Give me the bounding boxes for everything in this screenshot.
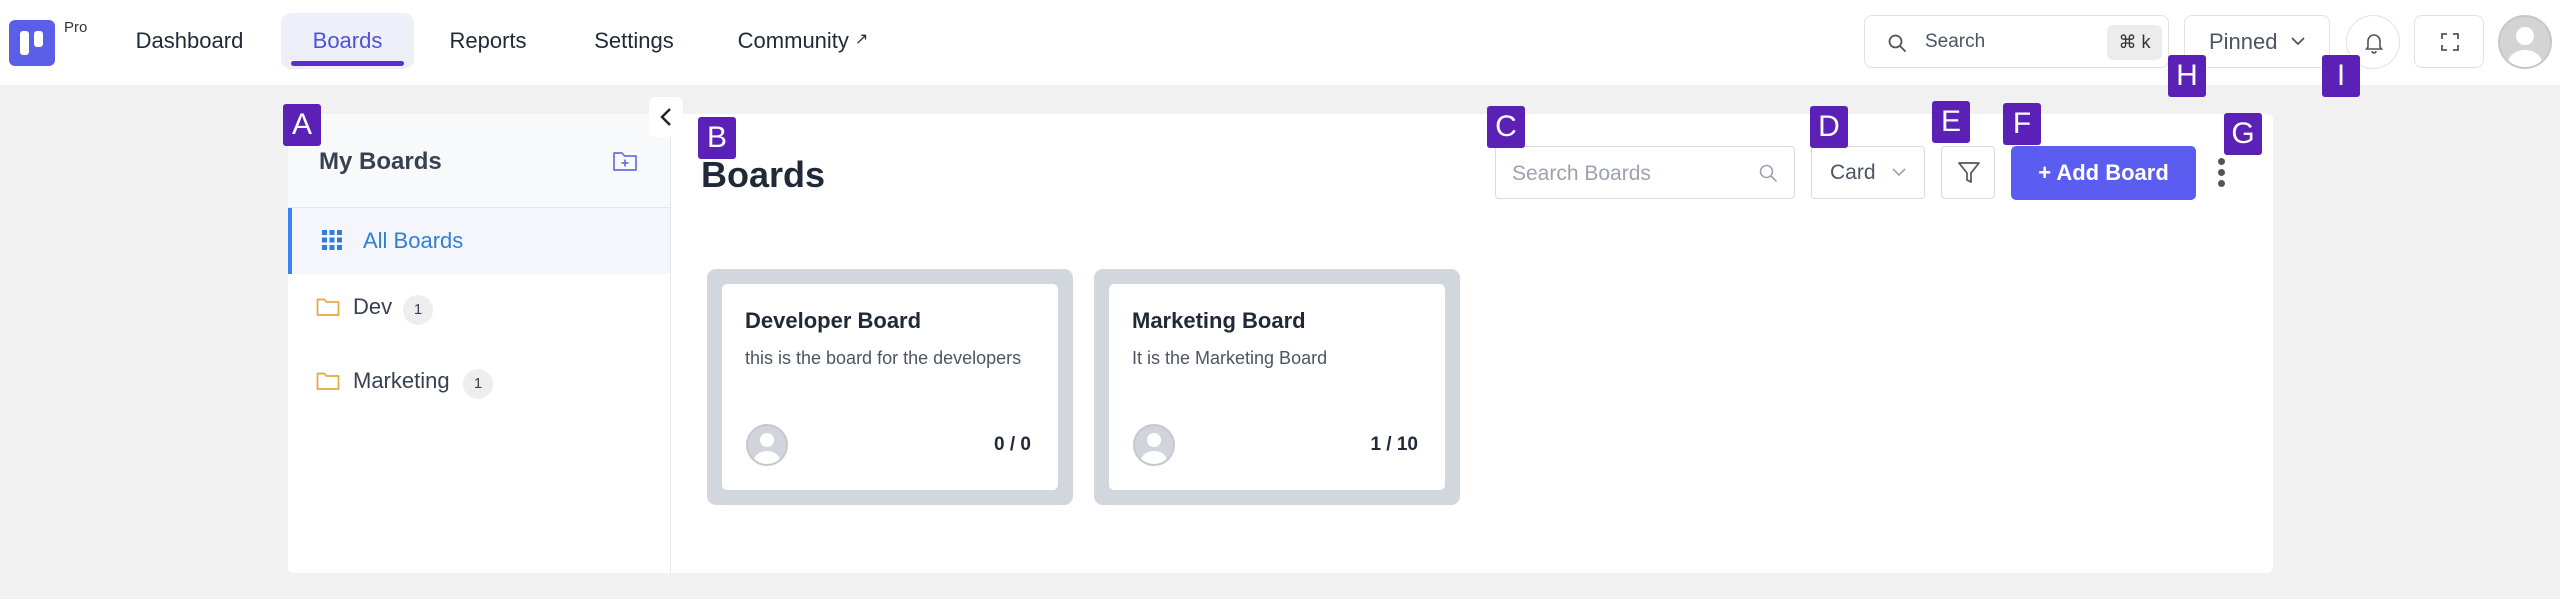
more-vertical-icon[interactable] — [2218, 158, 2228, 188]
more-dot — [2218, 158, 2225, 165]
annotation-marker-e: E — [1932, 101, 1970, 143]
folder-dev-count: 1 — [403, 295, 433, 325]
filter-icon — [1958, 162, 1980, 183]
sidebar-collapse-button[interactable] — [649, 97, 683, 137]
sidebar-title: My Boards — [319, 148, 442, 175]
more-dot — [2218, 169, 2225, 176]
nav-community[interactable]: Community ↗ — [728, 13, 878, 69]
board-member-avatar — [746, 424, 788, 466]
nav-community-label: Community — [737, 28, 849, 53]
board-member-avatar — [1133, 424, 1175, 466]
all-boards-label: All Boards — [363, 228, 464, 253]
board-description: It is the Marketing Board — [1132, 348, 1328, 368]
search-icon — [1759, 164, 1777, 182]
active-tab-indicator — [291, 61, 404, 66]
page-title: Boards — [701, 154, 826, 195]
bell-icon — [2364, 34, 2384, 54]
user-silhouette-icon — [1141, 433, 1167, 464]
nav-boards-label: Boards — [312, 28, 383, 53]
boards-page-panel: My Boards All Boards Dev 1 Marketing 1 B… — [288, 114, 2273, 573]
annotation-marker-b: B — [698, 117, 736, 159]
sidebar-item-all-boards[interactable]: All Boards — [288, 208, 670, 274]
user-silhouette-icon — [754, 433, 780, 464]
folder-dev-label: Dev — [353, 294, 393, 319]
view-mode-select[interactable]: Card — [1811, 146, 1925, 199]
folder-icon — [316, 372, 340, 390]
annotation-marker-a: A — [283, 104, 321, 146]
external-link-icon: ↗ — [854, 31, 869, 48]
user-silhouette-icon — [2508, 27, 2542, 67]
folder-marketing-label: Marketing — [353, 368, 450, 393]
pro-badge: Pro — [64, 19, 88, 36]
board-card-body: Marketing Board It is the Marketing Boar… — [1109, 284, 1445, 490]
board-name: Developer Board — [745, 308, 922, 333]
app-logo[interactable] — [9, 20, 55, 66]
boards-sidebar: My Boards All Boards Dev 1 Marketing 1 — [288, 114, 671, 573]
sidebar-folder-marketing[interactable]: Marketing 1 — [288, 354, 670, 410]
filter-button[interactable] — [1941, 146, 1995, 199]
nav-boards[interactable]: Boards — [281, 13, 414, 69]
annotation-marker-c: C — [1487, 106, 1525, 148]
annotation-marker-g: G — [2224, 113, 2262, 155]
annotation-marker-i: I — [2322, 55, 2360, 97]
user-avatar[interactable] — [2498, 15, 2552, 69]
logo-mark-right — [34, 31, 43, 47]
view-mode-value: Card — [1830, 161, 1876, 184]
search-shortcut-hint: ⌘ k — [2107, 25, 2162, 60]
annotation-marker-d: D — [1810, 106, 1848, 148]
fullscreen-button[interactable] — [2414, 15, 2484, 68]
annotation-marker-f: F — [2003, 103, 2041, 145]
grid-icon — [322, 230, 342, 250]
board-card-marketing[interactable]: Marketing Board It is the Marketing Boar… — [1094, 269, 1460, 505]
folder-add-icon[interactable] — [612, 149, 638, 173]
sidebar-folder-dev[interactable]: Dev 1 — [288, 280, 670, 336]
pinned-label: Pinned — [2209, 29, 2278, 54]
global-search-label: Search — [1925, 31, 1986, 52]
search-icon — [1888, 34, 1906, 52]
chevron-down-icon — [2291, 37, 2305, 46]
folder-icon — [316, 298, 340, 316]
nav-reports[interactable]: Reports — [432, 13, 544, 69]
sidebar-header: My Boards — [288, 114, 670, 208]
board-card-body: Developer Board this is the board for th… — [722, 284, 1058, 490]
more-dot — [2218, 180, 2225, 187]
annotation-marker-h: H — [2168, 55, 2206, 97]
board-card-developer[interactable]: Developer Board this is the board for th… — [707, 269, 1073, 505]
logo-mark-left — [20, 31, 29, 55]
board-description: this is the board for the developers — [745, 348, 1022, 368]
folder-marketing-count: 1 — [463, 369, 493, 399]
board-task-progress: 0 / 0 — [994, 434, 1031, 455]
board-name: Marketing Board — [1132, 308, 1306, 333]
board-task-progress: 1 / 10 — [1370, 434, 1418, 455]
search-boards-placeholder: Search Boards — [1512, 162, 1651, 185]
chevron-down-icon — [1892, 168, 1906, 177]
fullscreen-icon — [2441, 33, 2459, 51]
chevron-left-icon — [660, 108, 671, 126]
global-search-button[interactable]: Search ⌘ k — [1864, 15, 2169, 68]
nav-settings[interactable]: Settings — [578, 13, 690, 69]
nav-dashboard[interactable]: Dashboard — [127, 13, 252, 69]
search-boards-input[interactable]: Search Boards — [1495, 146, 1795, 199]
add-board-button[interactable]: + Add Board — [2011, 146, 2196, 200]
